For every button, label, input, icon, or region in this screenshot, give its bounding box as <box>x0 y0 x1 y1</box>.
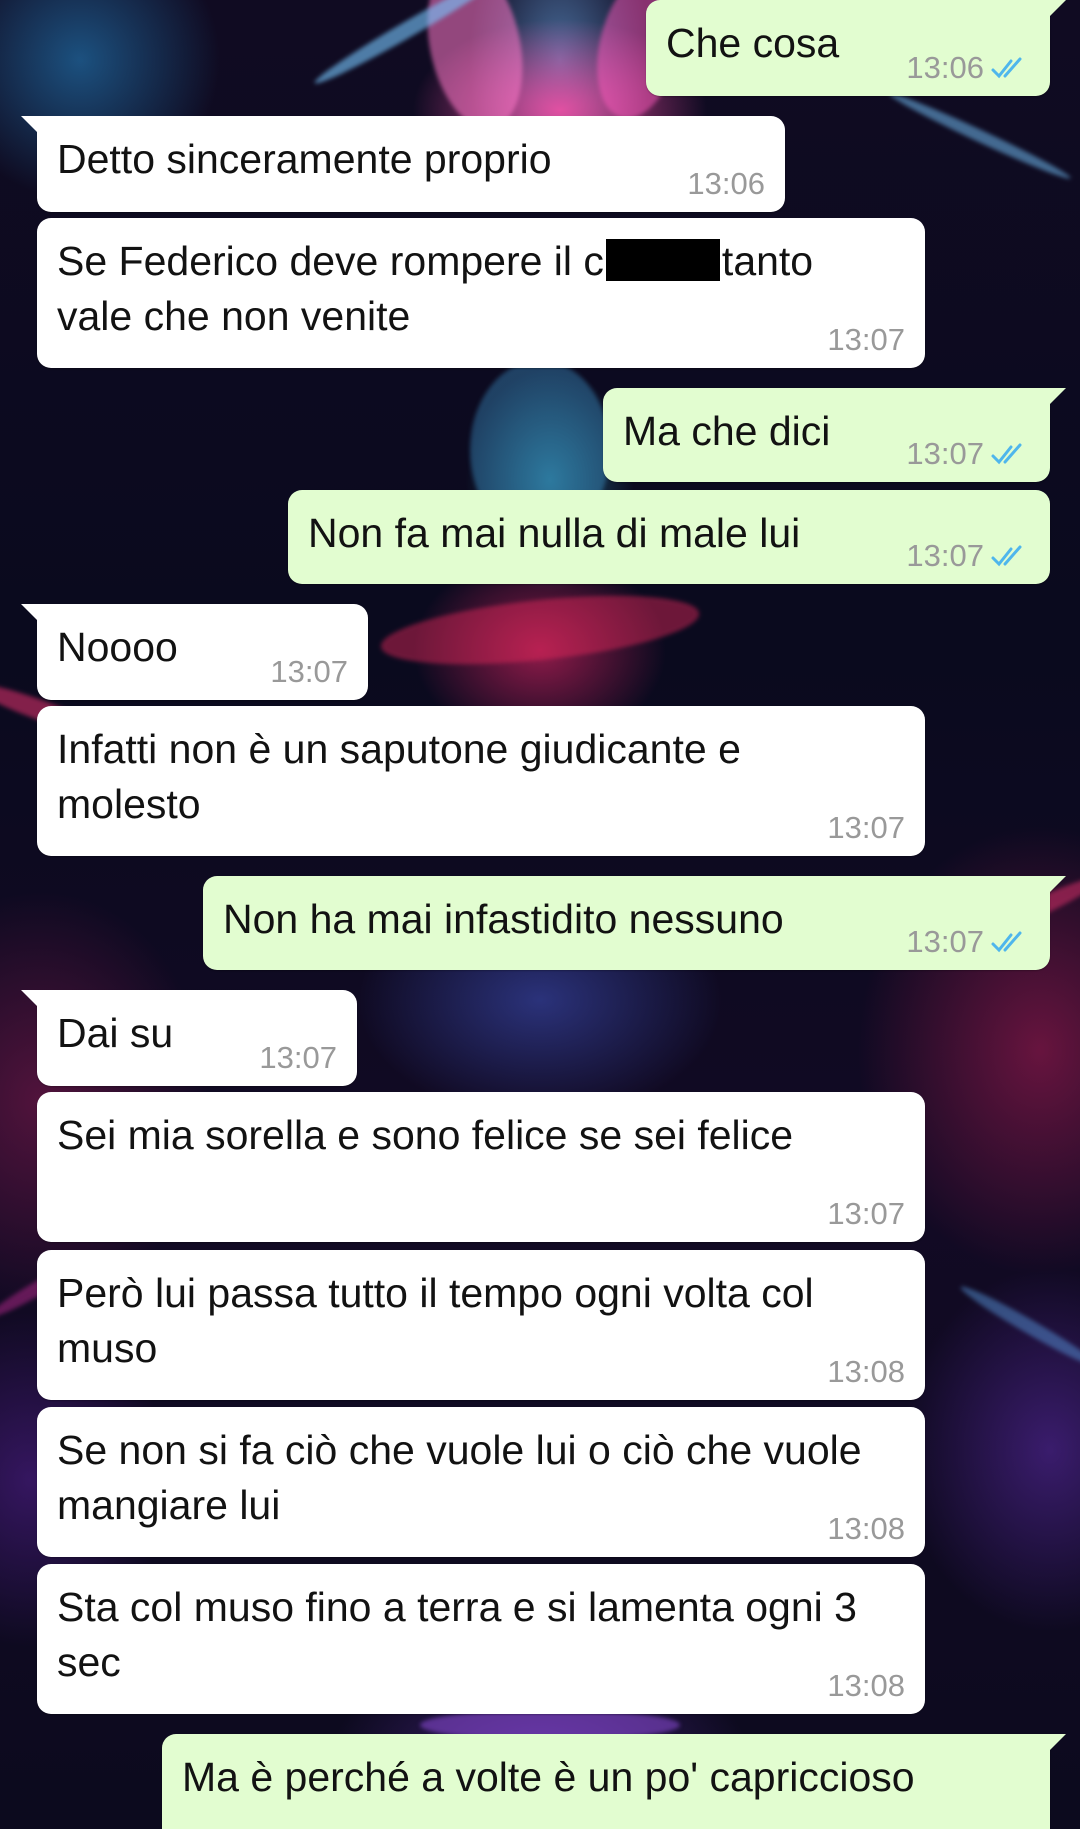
message-meta: 13:08 <box>827 1511 905 1547</box>
double-check-icon <box>991 57 1022 79</box>
message-text: Però lui passa tutto il tempo ogni volta… <box>57 1270 814 1371</box>
message-meta: 13:07 <box>827 322 905 358</box>
message-incoming[interactable]: Noooo 13:07 <box>21 604 368 700</box>
double-check-icon <box>991 443 1022 465</box>
message-text: Ma è perché a volte è un po' capriccioso <box>182 1754 915 1800</box>
message-incoming[interactable]: Sta col muso fino a terra e si lamenta o… <box>37 1564 925 1714</box>
message-meta: 13:07 <box>906 538 1030 574</box>
message-meta: 13:06 <box>687 166 765 202</box>
message-timestamp: 13:06 <box>687 166 765 201</box>
message-text: Sta col muso fino a terra e si lamenta o… <box>57 1584 857 1685</box>
message-meta: 13:07 <box>906 436 1030 472</box>
message-incoming[interactable]: Detto sinceramente proprio 13:06 <box>21 116 785 212</box>
message-text: Se Federico deve rompere il c tanto vale … <box>57 234 895 344</box>
redaction-bar <box>605 239 720 281</box>
message-outgoing[interactable]: Ma che dici 13:07 <box>603 388 1066 482</box>
message-timestamp: 13:08 <box>827 1511 905 1546</box>
message-meta: 13:08 <box>827 1668 905 1704</box>
message-incoming[interactable]: Però lui passa tutto il tempo ogni volta… <box>37 1250 925 1400</box>
message-timestamp: 13:07 <box>259 1040 337 1075</box>
message-incoming[interactable]: Dai su 13:07 <box>21 990 357 1086</box>
message-incoming[interactable]: Sei mia sorella e sono felice se sei fel… <box>37 1092 925 1242</box>
message-meta: 13:07 <box>827 810 905 846</box>
message-timestamp: 13:07 <box>827 810 905 845</box>
message-timestamp: 13:08 <box>827 1354 905 1389</box>
message-text: Infatti non è un saputone giudicante e m… <box>57 726 741 827</box>
message-incoming[interactable]: Se Federico deve rompere il c tanto vale … <box>37 218 925 368</box>
message-timestamp: 13:07 <box>906 436 984 471</box>
message-outgoing[interactable]: Che cosa 13:06 <box>646 0 1066 96</box>
message-timestamp: 13:07 <box>906 538 984 573</box>
message-meta: 13:07 <box>270 654 348 690</box>
message-incoming[interactable]: Infatti non è un saputone giudicante e m… <box>37 706 925 856</box>
message-meta: 13:08 <box>827 1354 905 1390</box>
message-text: Detto sinceramente proprio <box>57 136 552 182</box>
message-timestamp: 13:07 <box>827 1196 905 1231</box>
message-text: Sei mia sorella e sono felice se sei fel… <box>57 1112 794 1158</box>
message-outgoing[interactable]: Non ha mai infastidito nessuno 13:07 <box>203 876 1066 970</box>
message-meta: 13:07 <box>906 924 1030 960</box>
message-timestamp: 13:08 <box>827 1668 905 1703</box>
message-outgoing[interactable]: Ma è perché a volte è un po' capriccioso <box>162 1734 1066 1829</box>
message-meta: 13:07 <box>259 1040 337 1076</box>
message-meta: 13:06 <box>906 50 1030 86</box>
message-incoming[interactable]: Se non si fa ciò che vuole lui o ciò che… <box>37 1407 925 1557</box>
message-text-before: Se Federico deve rompere il c <box>57 238 604 284</box>
message-timestamp: 13:07 <box>827 322 905 357</box>
double-check-icon <box>991 931 1022 953</box>
double-check-icon <box>991 545 1022 567</box>
message-timestamp: 13:06 <box>906 50 984 85</box>
message-meta: 13:07 <box>827 1196 905 1232</box>
message-timestamp: 13:07 <box>906 924 984 959</box>
message-timestamp: 13:07 <box>270 654 348 689</box>
message-text: Se non si fa ciò che vuole lui o ciò che… <box>57 1427 862 1528</box>
message-outgoing[interactable]: Non fa mai nulla di male lui 13:07 <box>288 490 1050 584</box>
